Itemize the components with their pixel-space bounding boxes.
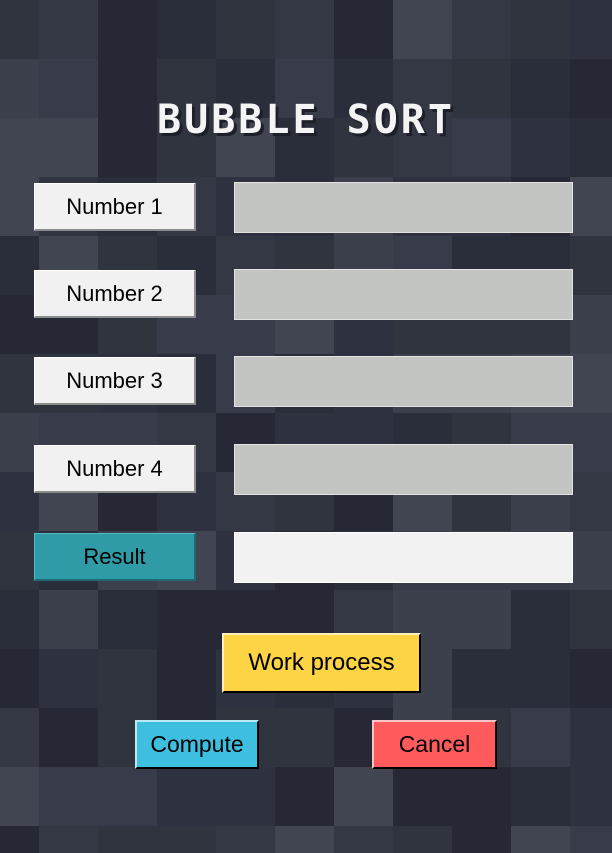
number-3-label: Number 3: [34, 357, 196, 405]
number-2-input[interactable]: [234, 269, 573, 320]
bubble-sort-window: BUBBLE SORT Number 1 Number 2 Number 3 N…: [0, 0, 612, 853]
number-1-label: Number 1: [34, 183, 196, 231]
result-output[interactable]: [234, 532, 573, 583]
work-process-button[interactable]: Work process: [222, 633, 421, 693]
compute-button[interactable]: Compute: [135, 720, 259, 769]
number-3-input[interactable]: [234, 356, 573, 407]
cancel-button[interactable]: Cancel: [372, 720, 497, 769]
result-label: Result: [34, 533, 196, 581]
number-4-input[interactable]: [234, 444, 573, 495]
number-1-input[interactable]: [234, 182, 573, 233]
app-title: BUBBLE SORT: [157, 97, 455, 143]
number-2-label: Number 2: [34, 270, 196, 318]
number-4-label: Number 4: [34, 445, 196, 493]
